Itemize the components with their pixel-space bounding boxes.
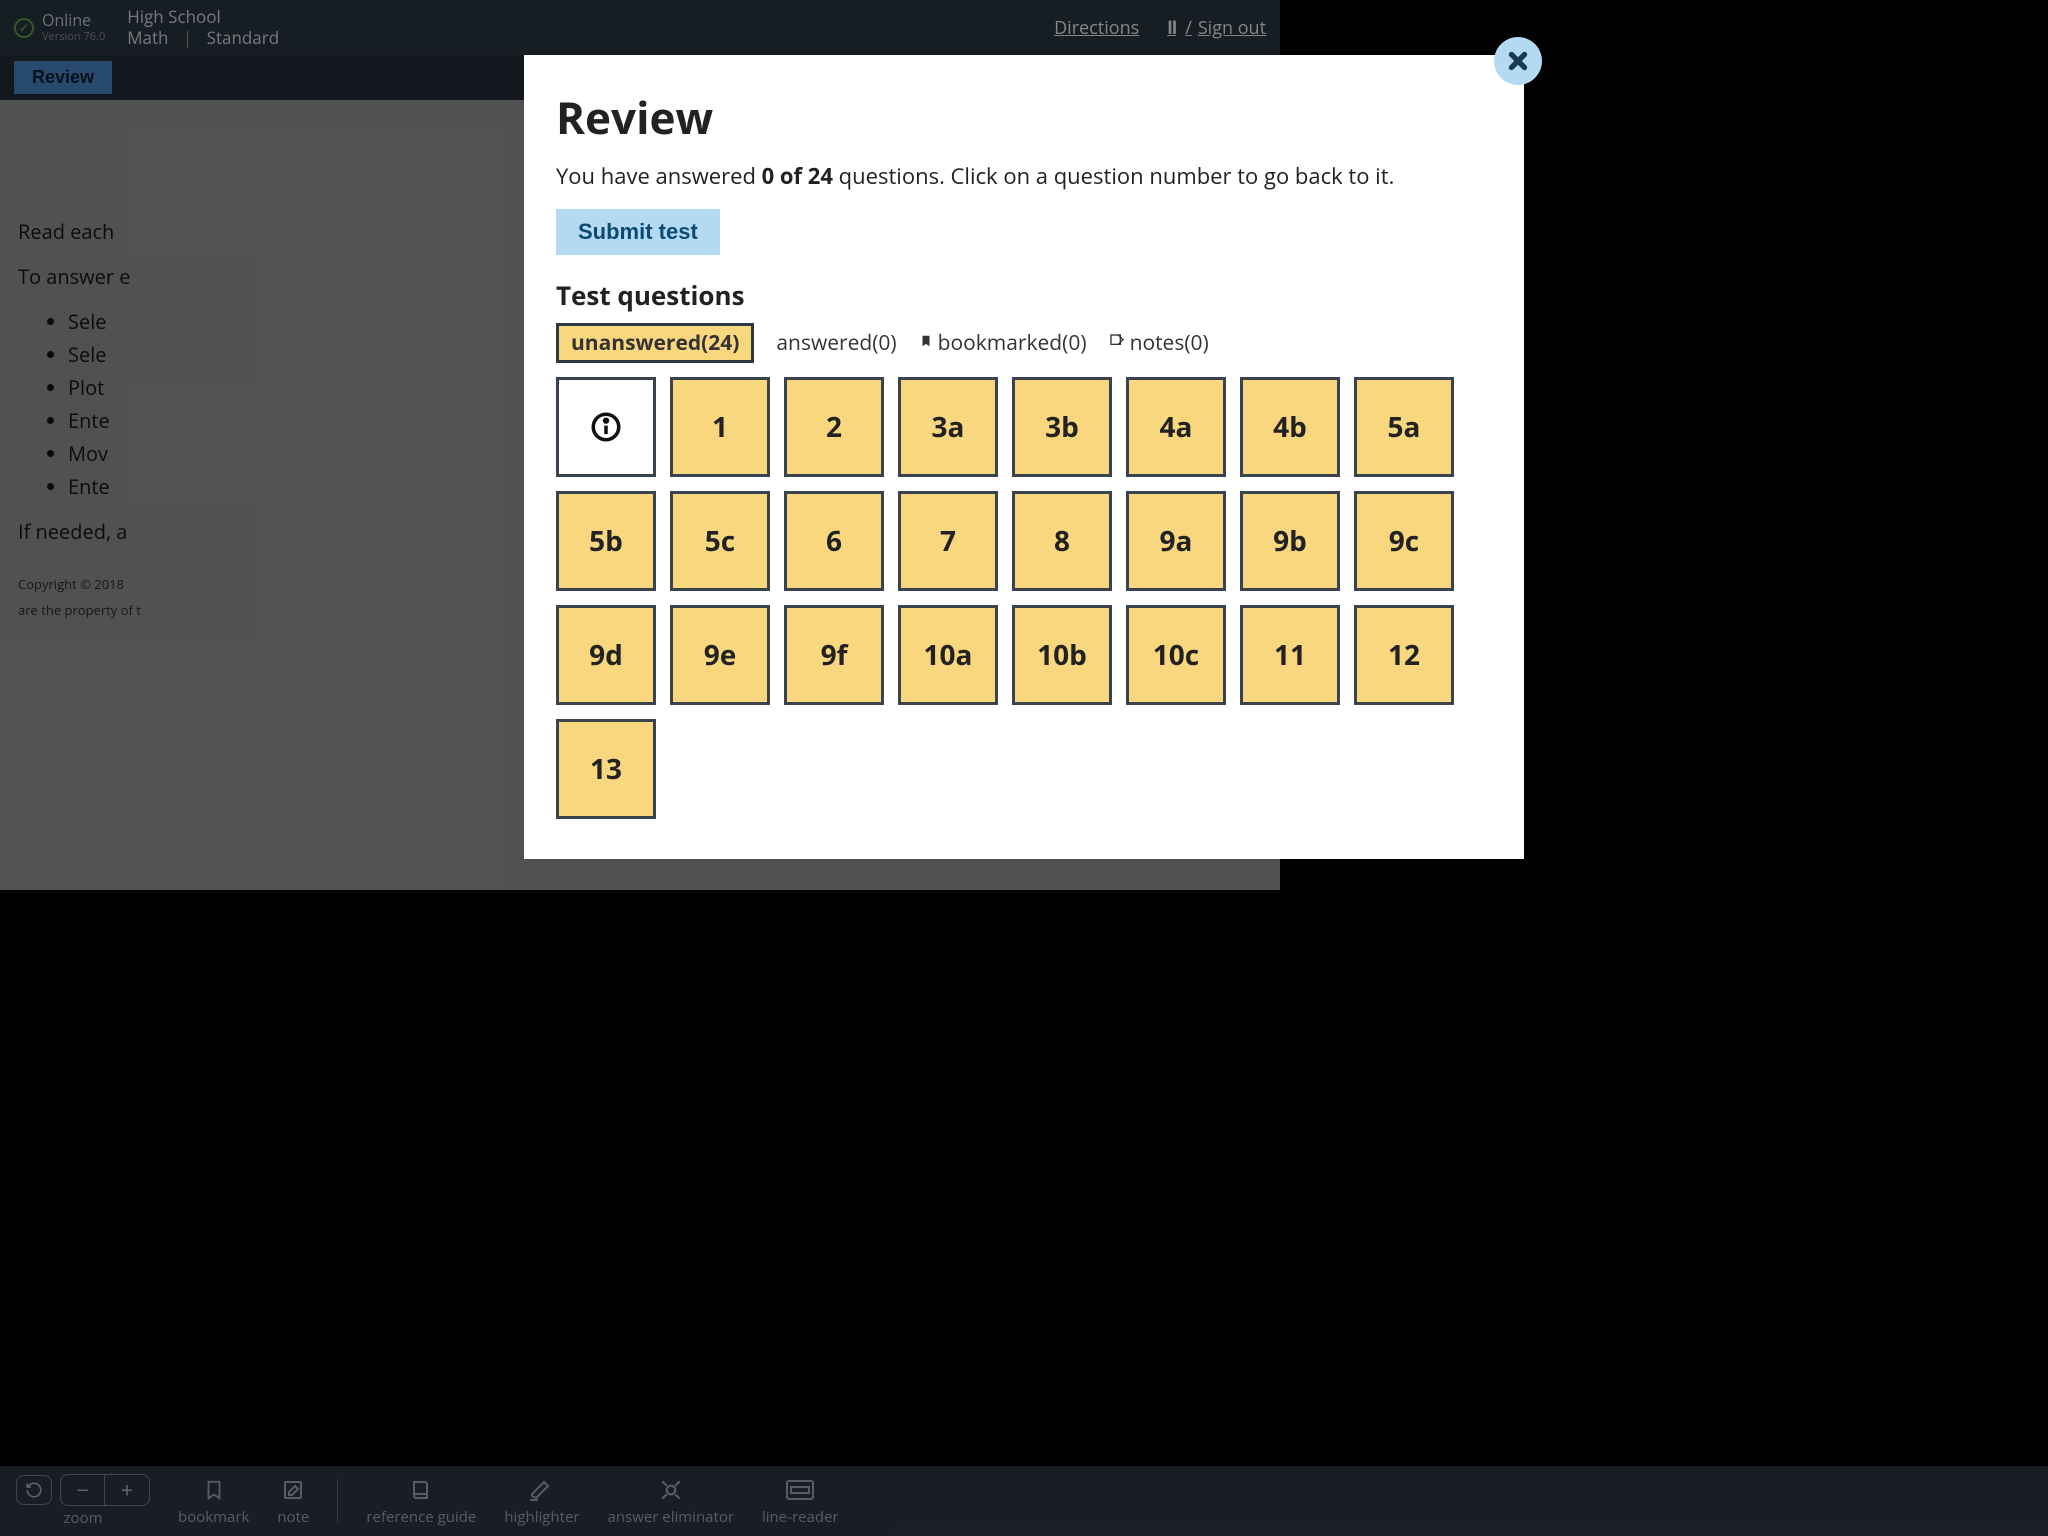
question-tile[interactable]: 6: [784, 491, 884, 591]
submit-test-button[interactable]: Submit test: [556, 209, 720, 255]
filter-row: unanswered(24) answered(0) bookmarked(0)…: [556, 323, 1492, 363]
question-tile[interactable]: 9b: [1240, 491, 1340, 591]
info-tile[interactable]: [556, 377, 656, 477]
question-tile[interactable]: 5c: [670, 491, 770, 591]
question-tile[interactable]: 3a: [898, 377, 998, 477]
answered-count: 0 of 24: [762, 161, 833, 191]
question-tile[interactable]: 10b: [1012, 605, 1112, 705]
question-tile[interactable]: 5b: [556, 491, 656, 591]
question-tile[interactable]: 9a: [1126, 491, 1226, 591]
close-button[interactable]: [1494, 37, 1542, 85]
question-tile[interactable]: 9d: [556, 605, 656, 705]
modal-overlay: Review You have answered 0 of 24 questio…: [0, 0, 2048, 1536]
question-tile[interactable]: 1: [670, 377, 770, 477]
question-tile[interactable]: 10a: [898, 605, 998, 705]
question-tile[interactable]: 3b: [1012, 377, 1112, 477]
bookmark-icon: [919, 332, 933, 354]
question-tile[interactable]: 9e: [670, 605, 770, 705]
filter-bookmarked[interactable]: bookmarked(0): [919, 329, 1087, 357]
filter-answered[interactable]: answered(0): [776, 329, 896, 357]
review-modal: Review You have answered 0 of 24 questio…: [524, 55, 1524, 859]
question-tile[interactable]: 9f: [784, 605, 884, 705]
filter-unanswered[interactable]: unanswered(24): [556, 323, 754, 363]
modal-title: Review: [556, 87, 1492, 147]
section-title: Test questions: [556, 277, 1492, 313]
question-tile[interactable]: 10c: [1126, 605, 1226, 705]
modal-subtitle: You have answered 0 of 24 questions. Cli…: [556, 161, 1492, 191]
question-tile[interactable]: 5a: [1354, 377, 1454, 477]
question-tile[interactable]: 9c: [1354, 491, 1454, 591]
question-tile[interactable]: 8: [1012, 491, 1112, 591]
question-tile[interactable]: 12: [1354, 605, 1454, 705]
question-tile[interactable]: 4b: [1240, 377, 1340, 477]
question-tile[interactable]: 11: [1240, 605, 1340, 705]
filter-notes[interactable]: notes(0): [1109, 329, 1209, 357]
question-grid: 123a3b4a4b5a5b5c6789a9b9c9d9e9f10a10b10c…: [556, 377, 1492, 819]
question-tile[interactable]: 13: [556, 719, 656, 819]
question-tile[interactable]: 4a: [1126, 377, 1226, 477]
question-tile[interactable]: 2: [784, 377, 884, 477]
question-tile[interactable]: 7: [898, 491, 998, 591]
note-icon: [1109, 332, 1125, 354]
